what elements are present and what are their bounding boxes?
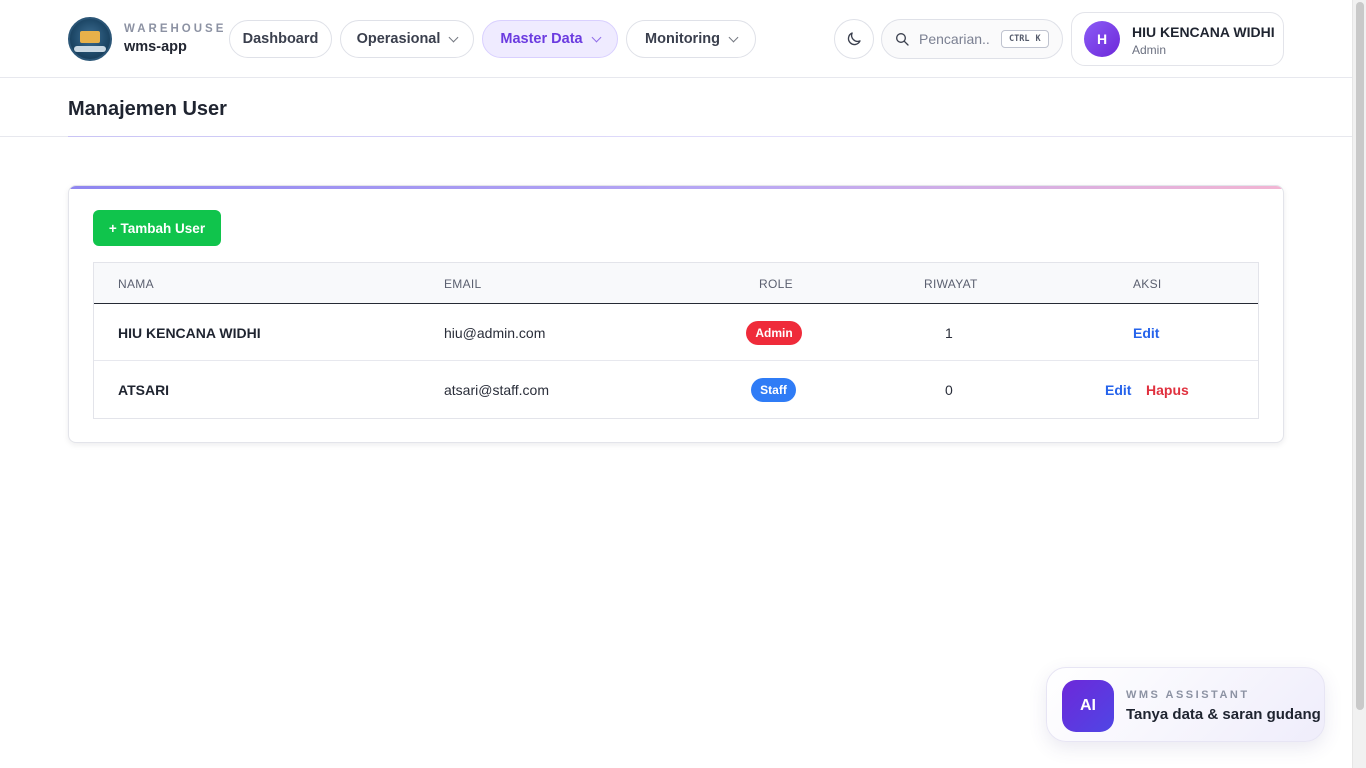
chevron-down-icon bbox=[591, 32, 602, 42]
ai-assistant-icon: AI bbox=[1062, 680, 1114, 732]
theme-toggle-button[interactable] bbox=[834, 19, 874, 59]
table-row: HIU KENCANA WIDHI hiu@admin.com Admin 1 … bbox=[94, 304, 1258, 361]
edit-button[interactable]: Edit bbox=[1105, 382, 1131, 398]
brand-name[interactable]: wms-app bbox=[124, 39, 187, 55]
page-title: Manajemen User bbox=[68, 98, 227, 120]
table-header: NAMA EMAIL ROLE RIWAYAT AKSI bbox=[94, 263, 1258, 304]
user-role: Admin bbox=[1132, 43, 1167, 57]
top-navigation-bar: WAREHOUSE wms-app Dashboard Operasional … bbox=[0, 0, 1352, 78]
delete-button[interactable]: Hapus bbox=[1146, 382, 1189, 398]
user-menu[interactable]: H HIU KENCANA WIDHI Admin bbox=[1071, 12, 1284, 66]
shortcut-key: K bbox=[1035, 34, 1041, 44]
assistant-label: WMS ASSISTANT bbox=[1126, 689, 1250, 701]
search-placeholder: Pencarian... bbox=[919, 31, 991, 47]
page-header: Manajemen User bbox=[0, 78, 1352, 137]
assistant-prompt: Tanya data & saran gudang bbox=[1126, 706, 1321, 723]
chevron-down-icon bbox=[728, 32, 739, 42]
search-input[interactable]: Pencarian... CTRL K bbox=[881, 19, 1063, 59]
user-email-cell: hiu@admin.com bbox=[444, 325, 546, 341]
moon-icon bbox=[847, 32, 861, 46]
chevron-down-icon bbox=[448, 32, 459, 42]
header-riwayat: RIWAYAT bbox=[924, 277, 978, 291]
table-row: ATSARI atsari@staff.com Staff 0 Edit Hap… bbox=[94, 361, 1258, 418]
shortcut-hint: CTRL K bbox=[1001, 30, 1049, 48]
user-management-card: + Tambah User NAMA EMAIL ROLE RIWAYAT AK… bbox=[68, 185, 1284, 443]
users-table: NAMA EMAIL ROLE RIWAYAT AKSI HIU KENCANA… bbox=[93, 262, 1259, 419]
scrollbar-thumb[interactable] bbox=[1356, 2, 1364, 710]
ai-assistant-widget[interactable]: AI WMS ASSISTANT Tanya data & saran guda… bbox=[1046, 667, 1325, 742]
role-badge-staff: Staff bbox=[751, 378, 796, 402]
riwayat-cell: 1 bbox=[945, 325, 953, 341]
riwayat-cell: 0 bbox=[945, 382, 953, 398]
brand-caption: WAREHOUSE bbox=[124, 23, 227, 35]
nav-dashboard-label: Dashboard bbox=[242, 31, 319, 47]
card-accent-bar bbox=[69, 186, 1283, 189]
shortcut-ctrl: CTRL bbox=[1009, 34, 1030, 44]
title-accent-line bbox=[68, 136, 1284, 137]
search-icon bbox=[896, 33, 909, 46]
page-scrollbar[interactable] bbox=[1352, 0, 1366, 768]
user-email-cell: atsari@staff.com bbox=[444, 382, 549, 398]
header-nama: NAMA bbox=[118, 277, 154, 291]
user-name-cell: ATSARI bbox=[118, 382, 170, 398]
header-email: EMAIL bbox=[444, 277, 482, 291]
nav-operasional-label: Operasional bbox=[356, 31, 441, 47]
header-aksi: AKSI bbox=[1133, 277, 1162, 291]
add-user-button[interactable]: + Tambah User bbox=[93, 210, 221, 246]
nav-monitoring-label: Monitoring bbox=[645, 31, 720, 47]
edit-button[interactable]: Edit bbox=[1133, 325, 1159, 341]
avatar: H bbox=[1084, 21, 1120, 57]
nav-master-data[interactable]: Master Data bbox=[482, 20, 618, 58]
role-badge-admin: Admin bbox=[746, 321, 802, 345]
logo-banner bbox=[74, 46, 106, 52]
truck-icon bbox=[80, 31, 100, 43]
user-name: HIU KENCANA WIDHI bbox=[1132, 24, 1275, 40]
header-role: ROLE bbox=[759, 277, 793, 291]
nav-dashboard[interactable]: Dashboard bbox=[229, 20, 332, 58]
nav-monitoring[interactable]: Monitoring bbox=[626, 20, 756, 58]
user-name-cell: HIU KENCANA WIDHI bbox=[118, 325, 261, 341]
nav-master-data-label: Master Data bbox=[500, 31, 583, 47]
app-logo[interactable] bbox=[68, 17, 112, 61]
nav-operasional[interactable]: Operasional bbox=[340, 20, 474, 58]
